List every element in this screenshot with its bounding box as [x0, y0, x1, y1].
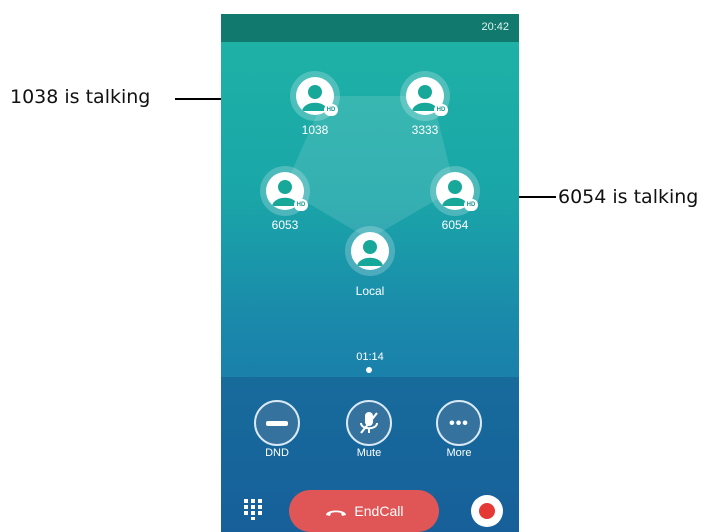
participant-name: Local — [355, 284, 385, 298]
participant-1038[interactable]: HD 1038 — [285, 71, 345, 137]
end-call-button[interactable]: EndCall — [289, 490, 439, 532]
avatar: HD — [400, 71, 450, 121]
participant-3333[interactable]: HD 3333 — [395, 71, 455, 137]
hd-badge: HD — [434, 104, 448, 116]
participant-name: 3333 — [411, 123, 439, 137]
callout-6054-talking: 6054 is talking — [558, 186, 699, 208]
record-icon — [479, 503, 495, 519]
participant-local[interactable]: Local — [340, 226, 400, 298]
avatar: HD — [260, 166, 310, 216]
page-indicator — [366, 367, 372, 373]
phone-screen: 20:42 HD 1038 HD 3333 HD 6053 HD 6054 Lo… — [221, 14, 519, 532]
mute-label: Mute — [356, 447, 382, 459]
mute-microphone-icon — [360, 412, 378, 434]
avatar: HD — [290, 71, 340, 121]
hd-badge: HD — [294, 199, 308, 211]
dnd-icon — [266, 421, 288, 426]
call-duration: 01:14 — [356, 351, 384, 363]
dnd-button[interactable]: DND — [247, 400, 307, 459]
avatar — [345, 226, 395, 276]
hd-badge: HD — [324, 104, 338, 116]
mute-button[interactable]: Mute — [339, 400, 399, 459]
participant-6053[interactable]: HD 6053 — [255, 166, 315, 232]
more-icon: ••• — [449, 415, 469, 432]
callout-1038-talking: 1038 is talking — [10, 86, 151, 108]
participant-name: 6054 — [441, 218, 469, 232]
more-label: More — [446, 447, 472, 459]
hd-badge: HD — [464, 199, 478, 211]
person-icon — [357, 240, 383, 266]
more-button[interactable]: ••• More — [429, 400, 489, 459]
participant-6054[interactable]: HD 6054 — [425, 166, 485, 232]
participant-name: 6053 — [271, 218, 299, 232]
record-button[interactable] — [471, 495, 503, 527]
avatar: HD — [430, 166, 480, 216]
hang-up-icon — [325, 510, 346, 517]
participant-name: 1038 — [301, 123, 329, 137]
dnd-label: DND — [265, 447, 289, 459]
dialpad-icon[interactable] — [243, 498, 265, 520]
end-call-label: EndCall — [354, 503, 404, 519]
